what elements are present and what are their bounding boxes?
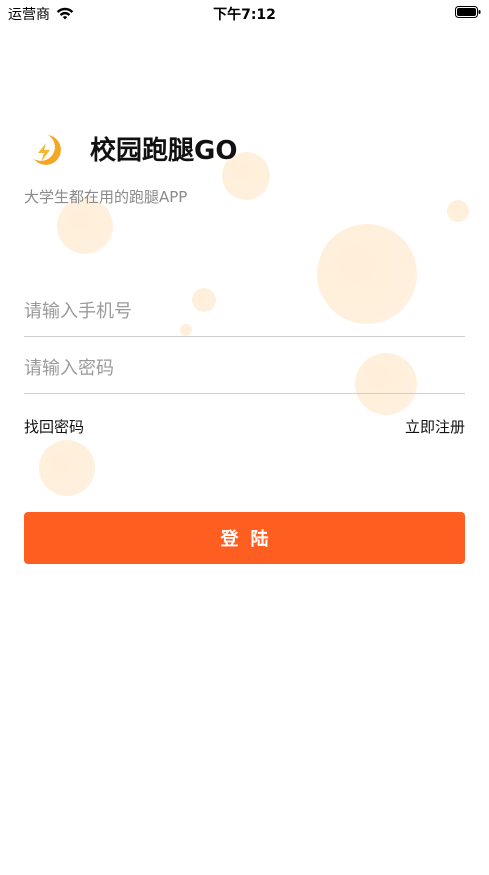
register-link[interactable]: 立即注册 (405, 416, 465, 438)
app-subtitle: 大学生都在用的跑腿APP (24, 188, 188, 206)
phone-input[interactable] (24, 286, 465, 336)
decorative-bubble (447, 200, 469, 222)
password-field (24, 343, 465, 394)
lightning-moon-logo-icon (34, 135, 61, 165)
phone-field (24, 286, 465, 337)
battery-icon (455, 6, 481, 18)
password-input[interactable] (24, 343, 465, 393)
status-time: 下午7:12 (213, 7, 276, 23)
status-bar: 运营商 下午7:12 (0, 0, 489, 26)
forgot-password-link[interactable]: 找回密码 (24, 416, 84, 438)
login-screen: 运营商 下午7:12 校园跑腿GO 大学生都在用的跑腿APP 找回密码 立即注册… (0, 0, 489, 875)
app-title: 校园跑腿GO (90, 136, 238, 166)
login-button[interactable]: 登陆 (24, 512, 465, 564)
decorative-bubble (39, 440, 95, 496)
